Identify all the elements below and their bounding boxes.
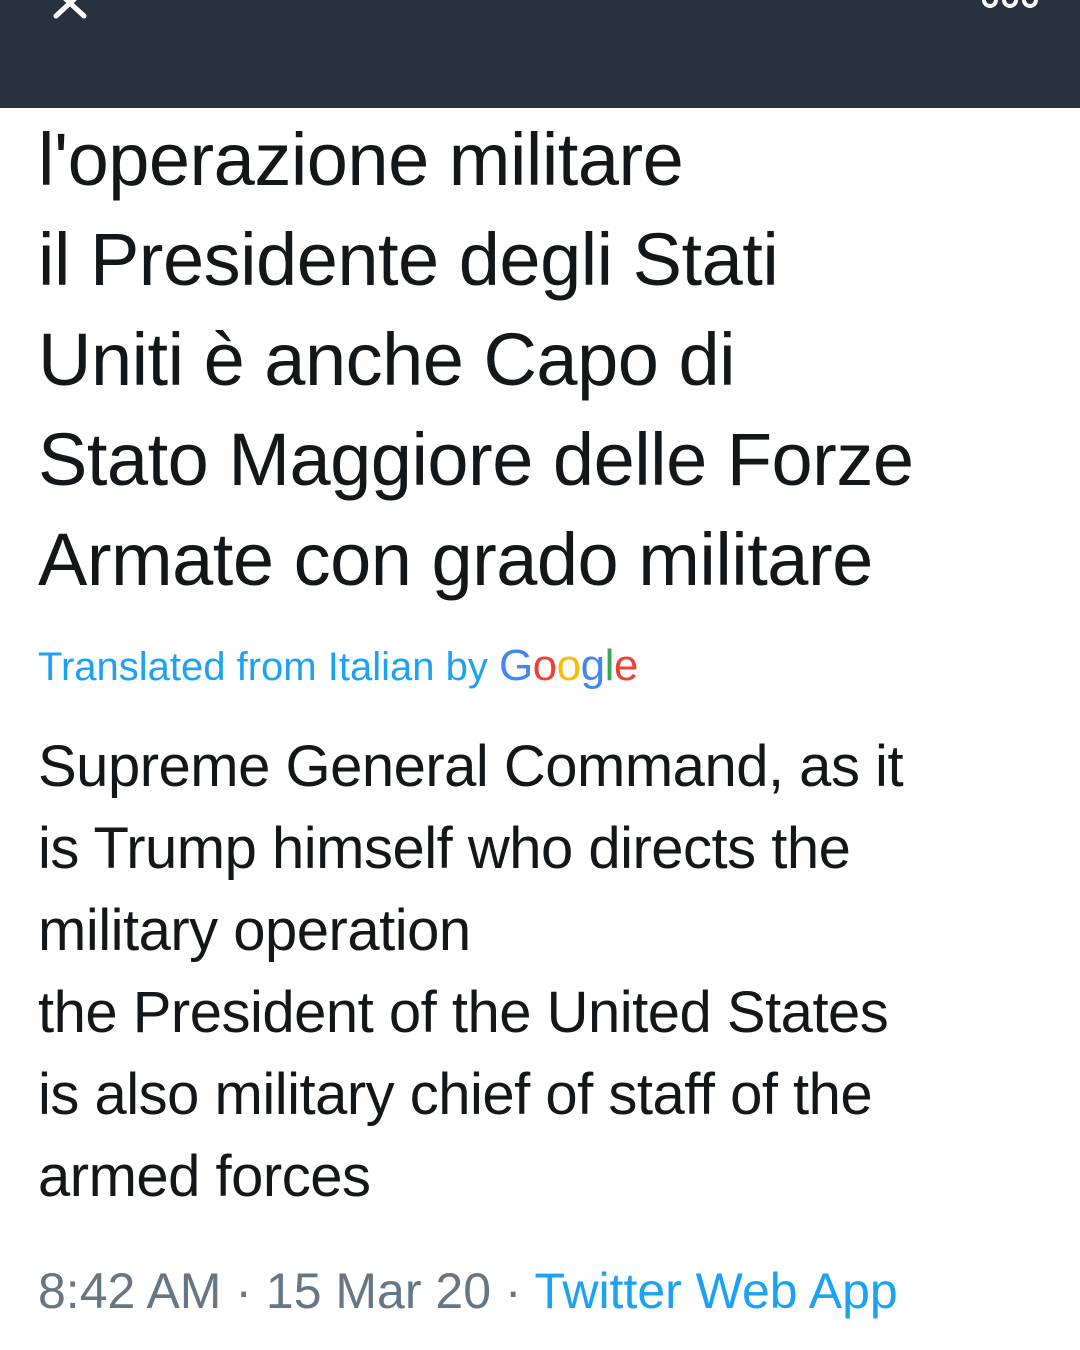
translation-label: Translated from Italian by: [38, 645, 499, 689]
tweet-meta: 8:42 AM · 15 Mar 20 · Twitter Web App: [38, 1256, 898, 1326]
meta-separator: ·: [221, 1263, 266, 1319]
google-logo: Google: [498, 641, 638, 690]
close-icon[interactable]: [46, 0, 98, 26]
translation-credit[interactable]: Translated from Italian by Google: [38, 636, 638, 696]
tweet-translated-text: Supreme General Command, as it is Trump …: [38, 734, 904, 1209]
tweet-source-link[interactable]: Twitter Web App: [535, 1263, 898, 1319]
tweet-original-text: l'operazione militare il Presidente degl…: [38, 118, 914, 601]
tweet-date: 15 Mar 20: [265, 1263, 492, 1319]
meta-separator: ·: [491, 1263, 535, 1319]
top-app-bar: [0, 0, 1080, 108]
more-icon[interactable]: [982, 0, 1038, 12]
tweet-time: 8:42 AM: [38, 1263, 222, 1319]
